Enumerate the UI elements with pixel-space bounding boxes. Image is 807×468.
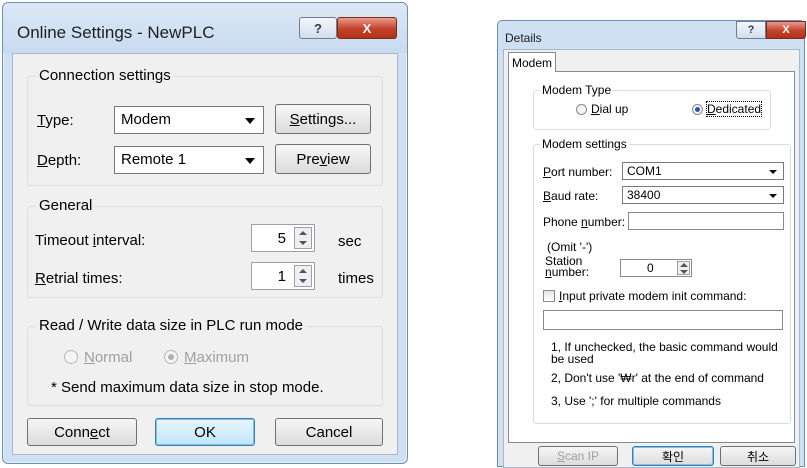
retrial-value: 1 (277, 268, 286, 285)
baud-label: Baud rate: (543, 189, 599, 203)
station-label: Station number: (545, 254, 590, 279)
help-icon: ? (747, 24, 755, 36)
scan-ip-button[interactable]: Scan IP (538, 446, 618, 466)
close-icon: X (782, 24, 790, 36)
omit-note: (Omit '-') (547, 240, 593, 254)
online-settings-window: Online Settings - NewPLC ? X Connection … (2, 2, 408, 464)
help-button[interactable]: ? (299, 17, 337, 39)
init-note-2: 2, Don't use '₩r' at the end of command (551, 371, 764, 385)
down-arrow-icon (299, 279, 307, 283)
group-title: Connection settings (36, 67, 174, 84)
down-arrow-icon (299, 241, 307, 245)
chevron-down-icon (245, 158, 255, 164)
ok-button-label: OK (194, 423, 216, 441)
timeout-label: Timeout interval: (35, 232, 146, 249)
close-button[interactable]: X (766, 21, 806, 39)
dialup-radio[interactable] (576, 104, 587, 115)
init-command-label: Input private modem init command: (559, 289, 747, 303)
dedicated-label: Dedicated (705, 101, 763, 117)
cancel-button-label: 취소 (746, 449, 770, 464)
port-value: COM1 (627, 164, 662, 178)
phone-input[interactable] (628, 212, 784, 230)
port-label: Port number: (543, 165, 613, 179)
type-select[interactable]: Modem (114, 106, 264, 134)
baud-select[interactable]: 38400 (622, 186, 784, 204)
init-command-checkbox[interactable] (543, 290, 555, 302)
init-note-1: 1, If unchecked, the basic command would… (551, 340, 778, 366)
confirm-button-label: 확인 (661, 449, 685, 464)
init-note-3: 3, Use ';' for multiple commands (551, 394, 721, 408)
retrial-spinner[interactable] (294, 265, 312, 287)
depth-select[interactable]: Remote 1 (114, 146, 264, 174)
station-input[interactable]: 0 (620, 259, 692, 277)
dialup-label: Dial up (591, 102, 629, 116)
port-select[interactable]: COM1 (622, 162, 784, 180)
confirm-button[interactable]: 확인 (632, 446, 714, 466)
up-arrow-icon (299, 231, 307, 235)
dialog-body: Connection settings Type: Modem Settings… (12, 53, 398, 455)
connect-button[interactable]: Connect (27, 418, 137, 446)
baud-value: 38400 (627, 188, 661, 202)
up-arrow-icon (680, 263, 688, 267)
close-button[interactable]: X (337, 17, 397, 39)
window-title: Online Settings - NewPLC (17, 23, 215, 42)
normal-radio[interactable] (64, 350, 78, 364)
depth-label: Depth: (37, 152, 82, 169)
retrial-input[interactable]: 1 (251, 262, 315, 290)
window-title: Details (505, 31, 542, 45)
maximum-label: Maximum (184, 349, 250, 366)
station-spinner[interactable] (677, 261, 690, 275)
type-label: Type: (37, 112, 74, 129)
phone-label: Phone number: (543, 215, 626, 229)
cancel-button-label: Cancel (305, 423, 353, 441)
chevron-down-icon (769, 194, 777, 198)
settings-button-label: Settings... (289, 110, 357, 128)
stop-mode-note: * Send maximum data size in stop mode. (51, 379, 324, 396)
down-arrow-icon (680, 270, 688, 274)
station-value: 0 (647, 261, 654, 275)
timeout-input[interactable]: 5 (251, 224, 315, 252)
dialog-body: Modem Modem Type Dial up Dedicated Modem… (503, 49, 800, 468)
details-window: Details ? X Modem Modem Type Dial up Ded… (497, 20, 806, 468)
retrial-unit: times (338, 270, 374, 287)
help-button[interactable]: ? (736, 21, 766, 39)
group-title: Read / Write data size in PLC run mode (36, 317, 307, 334)
depth-value: Remote 1 (121, 151, 187, 168)
maximum-radio[interactable] (164, 350, 178, 364)
timeout-spinner[interactable] (294, 227, 312, 249)
group-title: Modem settings (540, 137, 629, 151)
dedicated-radio[interactable] (692, 104, 703, 115)
cancel-button[interactable]: Cancel (275, 418, 383, 446)
retrial-label: Retrial times: (35, 270, 123, 287)
help-icon: ? (314, 20, 322, 36)
init-command-input[interactable] (543, 310, 783, 330)
connect-button-label: Connect (54, 423, 110, 441)
type-value: Modem (121, 111, 172, 128)
modem-tab-page: Modem Type Dial up Dedicated Modem setti… (508, 71, 795, 443)
timeout-unit: sec (338, 233, 362, 250)
close-icon: X (362, 20, 372, 36)
preview-button[interactable]: Preview (275, 144, 371, 174)
preview-button-label: Preview (296, 150, 350, 168)
cancel-button[interactable]: 취소 (720, 446, 796, 466)
chevron-down-icon (769, 170, 777, 174)
group-title: Modem Type (540, 83, 614, 97)
ok-button[interactable]: OK (155, 418, 255, 446)
group-title: General (36, 197, 96, 214)
chevron-down-icon (245, 118, 255, 124)
scan-ip-label: Scan IP (556, 449, 600, 463)
tab-modem[interactable]: Modem (508, 52, 556, 72)
timeout-value: 5 (277, 230, 286, 247)
title-bar: Online Settings - NewPLC ? X (3, 3, 407, 53)
settings-button[interactable]: Settings... (275, 104, 371, 134)
normal-label: Normal (84, 349, 133, 366)
up-arrow-icon (299, 269, 307, 273)
